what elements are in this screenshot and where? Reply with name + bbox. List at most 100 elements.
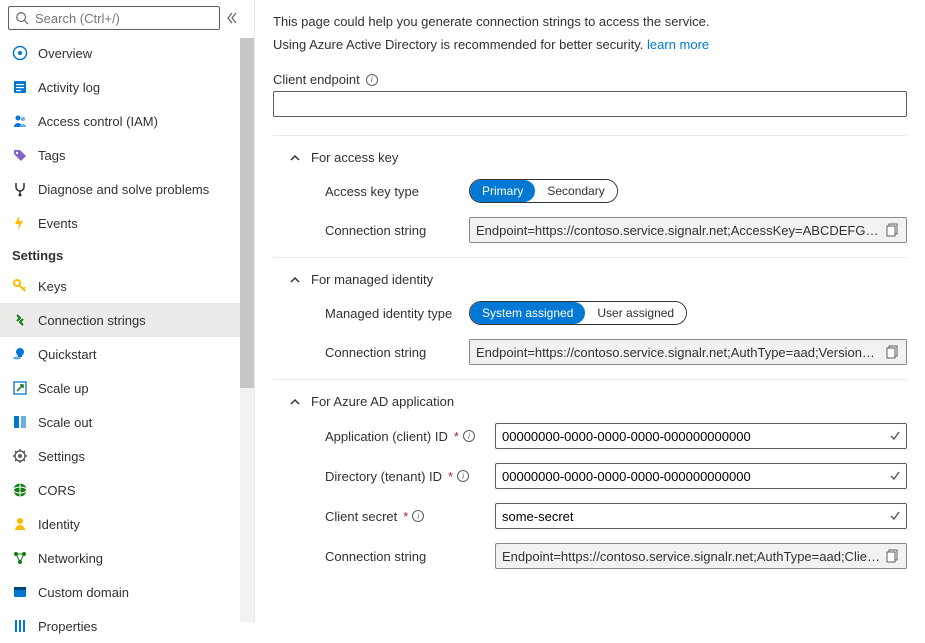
copy-icon[interactable] bbox=[886, 549, 900, 563]
sidebar-item-cors[interactable]: CORS bbox=[0, 473, 240, 507]
scale-out-icon bbox=[12, 414, 28, 430]
managed-identity-type-label: Managed identity type bbox=[325, 306, 455, 321]
overview-icon bbox=[12, 45, 28, 61]
access-control-icon bbox=[12, 113, 28, 129]
info-icon[interactable]: i bbox=[366, 74, 378, 86]
sidebar-item-settings[interactable]: Settings bbox=[0, 439, 240, 473]
intro-security-text: Using Azure Active Directory is recommen… bbox=[273, 37, 907, 52]
required-indicator: * bbox=[403, 509, 408, 524]
managed-identity-type-toggle: System assigned User assigned bbox=[469, 301, 687, 325]
chevron-up-icon bbox=[289, 152, 301, 164]
sidebar-item-networking[interactable]: Networking bbox=[0, 541, 240, 575]
sidebar-item-label: Scale out bbox=[38, 415, 92, 430]
section-title: For managed identity bbox=[311, 272, 433, 287]
sidebar-item-label: Connection strings bbox=[38, 313, 146, 328]
sidebar-item-diagnose[interactable]: Diagnose and solve problems bbox=[0, 172, 240, 206]
sidebar-item-label: Tags bbox=[38, 148, 65, 163]
search-icon bbox=[15, 11, 29, 25]
quickstart-icon bbox=[12, 346, 28, 362]
sidebar-item-identity[interactable]: Identity bbox=[0, 507, 240, 541]
client-endpoint-input[interactable] bbox=[273, 91, 907, 117]
sidebar-item-label: Settings bbox=[38, 449, 85, 464]
main-content: This page could help you generate connec… bbox=[255, 0, 925, 622]
learn-more-link[interactable]: learn more bbox=[647, 37, 709, 52]
sidebar-item-scale-out[interactable]: Scale out bbox=[0, 405, 240, 439]
client-secret-input[interactable] bbox=[495, 503, 907, 529]
info-icon[interactable]: i bbox=[463, 430, 475, 442]
sidebar-item-scale-up[interactable]: Scale up bbox=[0, 371, 240, 405]
sidebar-item-label: Networking bbox=[38, 551, 103, 566]
pill-primary[interactable]: Primary bbox=[470, 180, 535, 202]
sidebar-scrollbar-thumb[interactable] bbox=[240, 38, 254, 388]
tenant-id-input[interactable] bbox=[495, 463, 907, 489]
pill-secondary[interactable]: Secondary bbox=[535, 180, 616, 202]
section-managed-identity: For managed identity Managed identity ty… bbox=[273, 258, 907, 365]
access-key-type-toggle: Primary Secondary bbox=[469, 179, 618, 203]
sidebar-item-label: Identity bbox=[38, 517, 80, 532]
sidebar-item-events[interactable]: Events bbox=[0, 206, 240, 240]
access-key-type-row: Access key type Primary Secondary bbox=[273, 179, 907, 203]
events-icon bbox=[12, 215, 28, 231]
app-id-label: Application (client) ID bbox=[325, 429, 448, 444]
section-header-aad-app[interactable]: For Azure AD application bbox=[273, 394, 907, 409]
section-title: For access key bbox=[311, 150, 398, 165]
client-secret-row: Client secret * i bbox=[273, 503, 907, 529]
sidebar-item-label: Keys bbox=[38, 279, 67, 294]
section-header-managed-identity[interactable]: For managed identity bbox=[273, 272, 907, 287]
search-input[interactable] bbox=[35, 11, 213, 26]
client-endpoint-field: Client endpoint i bbox=[273, 72, 907, 117]
sidebar-item-activity-log[interactable]: Activity log bbox=[0, 70, 240, 104]
diagnose-icon bbox=[12, 181, 28, 197]
managed-identity-type-row: Managed identity type System assigned Us… bbox=[273, 301, 907, 325]
copy-icon[interactable] bbox=[886, 223, 900, 237]
conn-string-label: Connection string bbox=[325, 345, 455, 360]
checkmark-icon bbox=[889, 430, 901, 442]
sidebar-item-quickstart[interactable]: Quickstart bbox=[0, 337, 240, 371]
sidebar-item-label: Events bbox=[38, 216, 78, 231]
info-icon[interactable]: i bbox=[457, 470, 469, 482]
sidebar-item-label: Activity log bbox=[38, 80, 100, 95]
collapse-sidebar-button[interactable] bbox=[226, 12, 246, 24]
nav-list: Overview Activity log Access control (IA… bbox=[0, 36, 254, 643]
client-secret-label: Client secret bbox=[325, 509, 397, 524]
conn-string-label: Connection string bbox=[325, 549, 481, 564]
sidebar-item-keys[interactable]: Keys bbox=[0, 269, 240, 303]
search-box[interactable] bbox=[8, 6, 220, 30]
cors-icon bbox=[12, 482, 28, 498]
sidebar-scrollbar[interactable] bbox=[240, 38, 254, 622]
properties-icon bbox=[12, 618, 28, 634]
sidebar-item-properties[interactable]: Properties bbox=[0, 609, 240, 643]
required-indicator: * bbox=[448, 469, 453, 484]
sidebar-item-connection-strings[interactable]: Connection strings bbox=[0, 303, 240, 337]
access-key-conn-row: Connection string Endpoint=https://conto… bbox=[273, 217, 907, 243]
pill-system-assigned[interactable]: System assigned bbox=[470, 302, 585, 324]
section-header-access-key[interactable]: For access key bbox=[273, 150, 907, 165]
sidebar-item-custom-domain[interactable]: Custom domain bbox=[0, 575, 240, 609]
pill-user-assigned[interactable]: User assigned bbox=[585, 302, 686, 324]
sidebar-item-label: Diagnose and solve problems bbox=[38, 182, 209, 197]
copy-icon[interactable] bbox=[886, 345, 900, 359]
required-indicator: * bbox=[454, 429, 459, 444]
tags-icon bbox=[12, 147, 28, 163]
managed-identity-conn-value: Endpoint=https://contoso.service.signalr… bbox=[469, 339, 907, 365]
sidebar-item-overview[interactable]: Overview bbox=[0, 36, 240, 70]
app-id-input[interactable] bbox=[495, 423, 907, 449]
search-row bbox=[0, 0, 254, 36]
app-id-row: Application (client) ID * i bbox=[273, 423, 907, 449]
aad-conn-row: Connection string Endpoint=https://conto… bbox=[273, 543, 907, 569]
section-access-key: For access key Access key type Primary S… bbox=[273, 136, 907, 243]
managed-identity-conn-row: Connection string Endpoint=https://conto… bbox=[273, 339, 907, 365]
sidebar-item-tags[interactable]: Tags bbox=[0, 138, 240, 172]
access-key-conn-value: Endpoint=https://contoso.service.signalr… bbox=[469, 217, 907, 243]
section-aad-app: For Azure AD application Application (cl… bbox=[273, 380, 907, 569]
sidebar-item-label: Properties bbox=[38, 619, 97, 634]
info-icon[interactable]: i bbox=[412, 510, 424, 522]
keys-icon bbox=[12, 278, 28, 294]
identity-icon bbox=[12, 516, 28, 532]
connection-strings-icon bbox=[12, 312, 28, 328]
conn-string-value: Endpoint=https://contoso.service.signalr… bbox=[476, 345, 880, 360]
intro-text: This page could help you generate connec… bbox=[273, 14, 907, 29]
checkmark-icon bbox=[889, 470, 901, 482]
sidebar-item-access-control[interactable]: Access control (IAM) bbox=[0, 104, 240, 138]
sidebar-item-label: Scale up bbox=[38, 381, 89, 396]
